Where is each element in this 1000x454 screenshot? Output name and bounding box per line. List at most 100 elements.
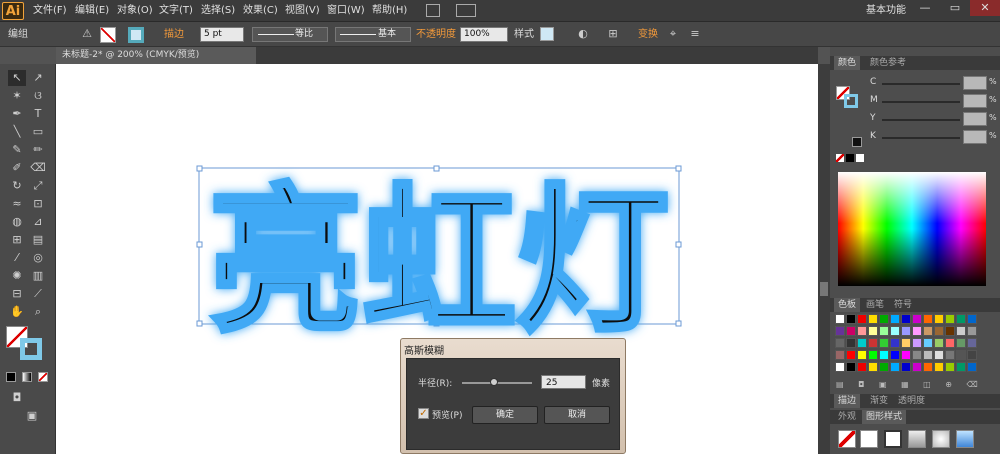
color-swatch[interactable] bbox=[846, 314, 856, 324]
lasso-icon[interactable]: ଓ bbox=[29, 88, 47, 104]
artwork-text[interactable]: 亮虹灯 bbox=[207, 168, 672, 357]
style-default[interactable] bbox=[838, 430, 856, 448]
arrange-documents-icon[interactable] bbox=[456, 4, 476, 17]
channel-y-input[interactable] bbox=[963, 112, 987, 126]
color-swatch[interactable] bbox=[934, 338, 944, 348]
color-swatch[interactable] bbox=[934, 314, 944, 324]
black-swatch[interactable] bbox=[846, 154, 854, 162]
channel-c-slider[interactable] bbox=[882, 83, 960, 85]
menu-help[interactable]: 帮助(H) bbox=[372, 0, 407, 22]
color-swatch[interactable] bbox=[835, 314, 845, 324]
radius-slider-thumb[interactable] bbox=[489, 378, 498, 386]
color-swatch[interactable] bbox=[846, 350, 856, 360]
none-mode-icon[interactable] bbox=[38, 372, 48, 382]
color-swatch[interactable] bbox=[835, 350, 845, 360]
bbox-handle[interactable] bbox=[196, 320, 203, 327]
color-swatch[interactable] bbox=[846, 326, 856, 336]
warp-icon[interactable]: ≈ bbox=[8, 196, 26, 212]
color-swatch[interactable] bbox=[956, 338, 966, 348]
color-swatch[interactable] bbox=[890, 350, 900, 360]
blend-icon[interactable]: ◎ bbox=[29, 250, 47, 266]
mesh-icon[interactable]: ⊞ bbox=[8, 232, 26, 248]
menu-type[interactable]: 文字(T) bbox=[159, 0, 193, 22]
channel-c-input[interactable] bbox=[963, 76, 987, 90]
bbox-handle[interactable] bbox=[675, 165, 682, 172]
scale-icon[interactable]: ⤢ bbox=[29, 178, 47, 194]
tab-color[interactable]: 颜色 bbox=[834, 56, 861, 70]
cancel-button[interactable]: 取消 bbox=[544, 406, 610, 424]
color-swatch[interactable] bbox=[868, 314, 878, 324]
zoom-icon[interactable]: ⌕ bbox=[29, 304, 47, 320]
swatch-panel-footer-icons[interactable]: ▤ ◘ ▣ ▦ ◫ ⊕ ⌫ bbox=[836, 380, 984, 390]
perspective-grid-icon[interactable]: ⊿ bbox=[29, 214, 47, 230]
color-swatch[interactable] bbox=[890, 326, 900, 336]
tab-swatches[interactable]: 色板 bbox=[834, 298, 861, 312]
swatch-grid[interactable] bbox=[835, 314, 985, 378]
color-swatch[interactable] bbox=[923, 314, 933, 324]
document-tab[interactable]: 未标题-2* @ 200% (CMYK/预览) bbox=[56, 47, 256, 64]
menu-window[interactable]: 窗口(W) bbox=[327, 0, 365, 22]
vertical-scrollbar[interactable] bbox=[818, 64, 830, 454]
color-swatch[interactable] bbox=[956, 350, 966, 360]
color-swatch[interactable] bbox=[879, 350, 889, 360]
tab-appearance[interactable]: 外观 bbox=[834, 410, 860, 424]
color-swatch[interactable] bbox=[934, 350, 944, 360]
color-swatch[interactable] bbox=[890, 338, 900, 348]
channel-k-slider[interactable] bbox=[882, 137, 960, 139]
align-icon[interactable]: ⊞ bbox=[606, 27, 620, 41]
options-icon[interactable]: ≡ bbox=[688, 27, 702, 41]
tab-color-guide[interactable]: 颜色参考 bbox=[866, 56, 910, 70]
color-swatch[interactable] bbox=[890, 314, 900, 324]
style-shadow[interactable] bbox=[908, 430, 926, 448]
channel-y-slider[interactable] bbox=[882, 119, 960, 121]
selection-tool-icon[interactable]: ↖ bbox=[8, 70, 26, 86]
channel-k-input[interactable] bbox=[963, 130, 987, 144]
style-glow[interactable] bbox=[932, 430, 950, 448]
color-swatch[interactable] bbox=[934, 326, 944, 336]
menu-object[interactable]: 对象(O) bbox=[117, 0, 153, 22]
artboard-icon[interactable]: ⊟ bbox=[8, 286, 26, 302]
column-graph-icon[interactable]: ▥ bbox=[29, 268, 47, 284]
gradient-icon[interactable]: ▤ bbox=[29, 232, 47, 248]
graphic-style-swatch[interactable] bbox=[540, 27, 554, 41]
color-swatch[interactable] bbox=[901, 314, 911, 324]
color-swatch[interactable] bbox=[956, 326, 966, 336]
color-swatch[interactable] bbox=[835, 326, 845, 336]
color-swatch[interactable] bbox=[967, 350, 977, 360]
color-swatch[interactable] bbox=[967, 326, 977, 336]
workspace-switcher[interactable]: 基本功能 bbox=[866, 0, 906, 22]
hand-icon[interactable]: ✋ bbox=[8, 304, 26, 320]
draw-mode-icon[interactable]: ◘ bbox=[8, 390, 26, 406]
menu-select[interactable]: 选择(S) bbox=[201, 0, 235, 22]
color-swatch[interactable] bbox=[912, 362, 922, 372]
tab-stroke[interactable]: 描边 bbox=[834, 394, 861, 408]
color-swatch[interactable] bbox=[923, 326, 933, 336]
blob-brush-icon[interactable]: ✐ bbox=[8, 160, 26, 176]
color-swatch[interactable] bbox=[835, 362, 845, 372]
symbol-sprayer-icon[interactable]: ✺ bbox=[8, 268, 26, 284]
bbox-handle[interactable] bbox=[196, 241, 203, 248]
tab-symbols[interactable]: 符号 bbox=[890, 298, 916, 312]
color-swatch[interactable] bbox=[901, 338, 911, 348]
color-swatch[interactable] bbox=[967, 314, 977, 324]
color-swatch[interactable] bbox=[967, 338, 977, 348]
color-swatch[interactable] bbox=[945, 362, 955, 372]
channel-m-slider[interactable] bbox=[882, 101, 960, 103]
menu-file[interactable]: 文件(F) bbox=[33, 0, 67, 22]
color-mode-icon[interactable] bbox=[6, 372, 16, 382]
scrollbar-thumb[interactable] bbox=[820, 282, 828, 296]
color-swatch[interactable] bbox=[846, 338, 856, 348]
color-swatch[interactable] bbox=[956, 362, 966, 372]
color-swatch[interactable] bbox=[934, 362, 944, 372]
paintbrush-icon[interactable]: ✎ bbox=[8, 142, 26, 158]
bbox-handle[interactable] bbox=[675, 241, 682, 248]
slice-icon[interactable]: ⟋ bbox=[29, 286, 47, 302]
menu-edit[interactable]: 编辑(E) bbox=[75, 0, 109, 22]
stroke-swatch[interactable] bbox=[128, 27, 144, 43]
tab-brushes[interactable]: 画笔 bbox=[862, 298, 888, 312]
none-swatch[interactable] bbox=[836, 154, 844, 162]
style-blue[interactable] bbox=[956, 430, 974, 448]
color-swatch[interactable] bbox=[868, 326, 878, 336]
eraser-icon[interactable]: ⌫ bbox=[29, 160, 47, 176]
color-spectrum[interactable] bbox=[838, 172, 986, 286]
